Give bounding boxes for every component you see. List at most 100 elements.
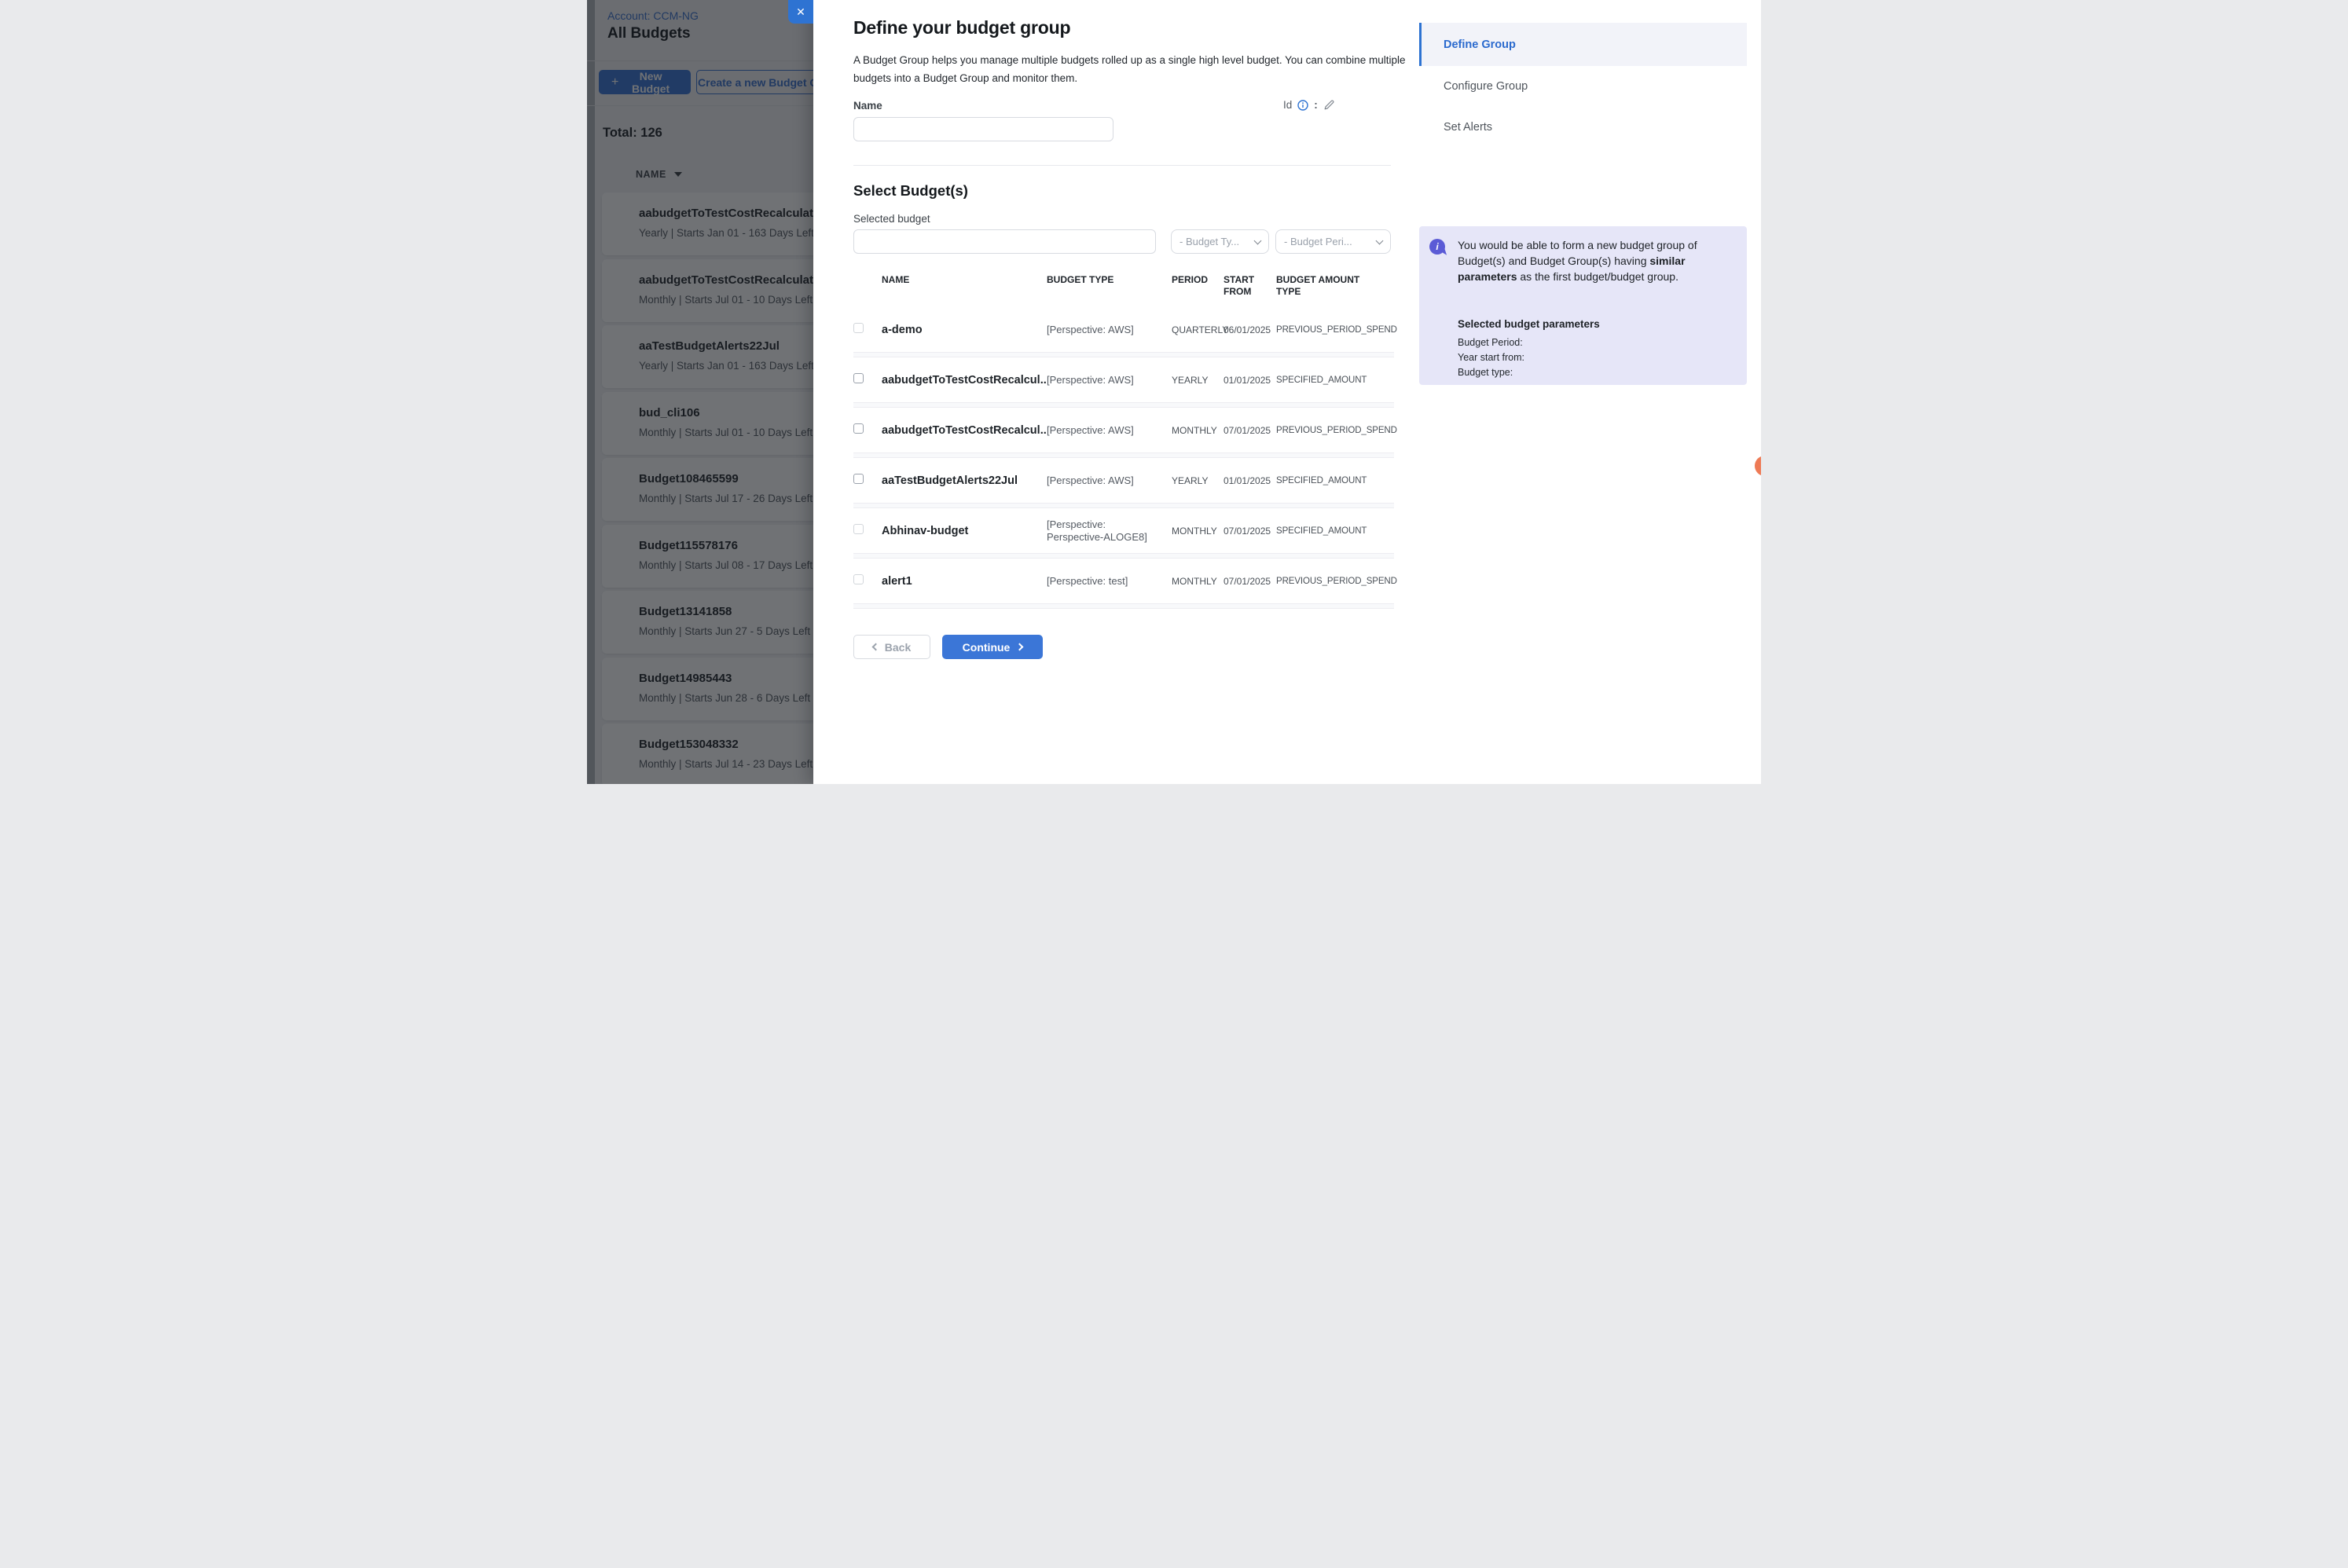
row-name: aabudgetToTestCostRecalcul... xyxy=(882,424,1047,437)
budget-group-drawer: ✕ Define your budget group A Budget Grou… xyxy=(813,0,1761,784)
table-row: aaTestBudgetAlerts22Jul [Perspective: AW… xyxy=(853,458,1394,503)
budget-period-placeholder: - Budget Peri... xyxy=(1284,236,1352,247)
row-period: MONTHLY xyxy=(1172,425,1224,436)
row-budget-type: [Perspective: AWS] xyxy=(1047,424,1172,437)
row-separator xyxy=(853,603,1394,609)
row-budget-type: [Perspective: test] xyxy=(1047,575,1172,588)
modal-overlay[interactable] xyxy=(587,0,813,784)
row-name: aaTestBudgetAlerts22Jul xyxy=(882,474,1047,487)
budget-type-select[interactable]: - Budget Ty... xyxy=(1171,229,1269,254)
back-button[interactable]: Back xyxy=(853,635,930,659)
row-checkbox[interactable] xyxy=(853,323,864,333)
row-amount-type: PREVIOUS_PERIOD_SPEND xyxy=(1276,577,1394,586)
chevron-left-icon xyxy=(871,643,879,651)
chevron-down-icon xyxy=(1376,236,1384,244)
table-row: a-demo [Perspective: AWS] QUARTERLY 06/0… xyxy=(853,307,1394,352)
budget-search-input[interactable] xyxy=(853,229,1156,254)
table-row: Abhinav-budget [Perspective: Perspective… xyxy=(853,508,1394,553)
select-budgets-heading: Select Budget(s) xyxy=(853,182,1431,200)
row-period: MONTHLY xyxy=(1172,576,1224,587)
row-amount-type: PREVIOUS_PERIOD_SPEND xyxy=(1276,325,1394,335)
edit-id-pencil-icon[interactable] xyxy=(1323,99,1335,111)
budget-filter-row: - Budget Ty... - Budget Peri... xyxy=(853,229,1391,254)
continue-button[interactable]: Continue xyxy=(942,635,1043,659)
row-name: a-demo xyxy=(882,324,1047,336)
chevron-down-icon xyxy=(1254,236,1262,244)
drawer-title: Define your budget group xyxy=(853,17,1431,38)
row-budget-type: [Perspective: AWS] xyxy=(1047,324,1172,336)
budget-period-select[interactable]: - Budget Peri... xyxy=(1275,229,1391,254)
app-canvas: Account: CCM-NG All Budgets + New Budget… xyxy=(587,0,1761,784)
row-name: Abhinav-budget xyxy=(882,525,1047,537)
name-field-row: Name Id : xyxy=(853,99,1391,112)
close-icon: ✕ xyxy=(796,5,805,19)
continue-label: Continue xyxy=(963,641,1011,654)
row-separator xyxy=(853,503,1394,508)
row-checkbox[interactable] xyxy=(853,474,864,484)
row-separator xyxy=(853,402,1394,408)
row-period: YEARLY xyxy=(1172,475,1224,486)
row-checkbox[interactable] xyxy=(853,373,864,383)
step-set-alerts[interactable]: Set Alerts xyxy=(1419,121,1747,134)
row-start-from: 06/01/2025 xyxy=(1224,324,1276,335)
header-budget-type: BUDGET TYPE xyxy=(1047,274,1172,286)
selected-parameters-heading: Selected budget parameters xyxy=(1458,318,1600,330)
row-name: aabudgetToTestCostRecalcul... xyxy=(882,374,1047,387)
row-amount-type: PREVIOUS_PERIOD_SPEND xyxy=(1276,426,1394,435)
row-amount-type: SPECIFIED_AMOUNT xyxy=(1276,376,1394,385)
row-separator xyxy=(853,553,1394,559)
id-group: Id : xyxy=(1283,99,1335,111)
row-period: MONTHLY xyxy=(1172,526,1224,537)
row-amount-type: SPECIFIED_AMOUNT xyxy=(1276,526,1394,536)
group-name-input[interactable] xyxy=(853,117,1113,141)
row-budget-type: [Perspective: AWS] xyxy=(1047,474,1172,487)
table-row: alert1 [Perspective: test] MONTHLY 07/01… xyxy=(853,559,1394,603)
table-row: aabudgetToTestCostRecalcul... [Perspecti… xyxy=(853,357,1394,402)
close-button[interactable]: ✕ xyxy=(788,0,813,24)
wizard-stepper: Define Group Configure Group Set Alerts xyxy=(1419,0,1747,784)
param-year-start: Year start from: xyxy=(1458,352,1524,363)
chevron-right-icon xyxy=(1016,643,1024,651)
row-period: YEARLY xyxy=(1172,375,1224,386)
row-budget-type: [Perspective: AWS] xyxy=(1047,374,1172,387)
row-start-from: 07/01/2025 xyxy=(1224,425,1276,436)
row-start-from: 07/01/2025 xyxy=(1224,576,1276,587)
row-checkbox[interactable] xyxy=(853,423,864,434)
divider xyxy=(853,165,1391,166)
name-label: Name xyxy=(853,100,882,112)
header-period: PERIOD xyxy=(1172,274,1224,286)
drawer-description: A Budget Group helps you manage multiple… xyxy=(853,51,1427,87)
id-info-icon[interactable] xyxy=(1297,100,1308,111)
info-callout: i You would be able to form a new budget… xyxy=(1419,226,1747,385)
id-colon: : xyxy=(1314,99,1318,111)
row-checkbox[interactable] xyxy=(853,574,864,584)
header-start-from: START FROM xyxy=(1224,274,1276,298)
row-budget-type: [Perspective: Perspective-ALOGE8] xyxy=(1047,518,1172,544)
step-configure-group[interactable]: Configure Group xyxy=(1419,80,1747,93)
row-start-from: 01/01/2025 xyxy=(1224,375,1276,386)
info-bubble-icon: i xyxy=(1429,239,1445,255)
table-row: aabudgetToTestCostRecalcul... [Perspecti… xyxy=(853,408,1394,452)
row-start-from: 01/01/2025 xyxy=(1224,475,1276,486)
budget-table: NAME BUDGET TYPE PERIOD START FROM BUDGE… xyxy=(853,274,1394,609)
back-label: Back xyxy=(885,641,911,654)
header-name: NAME xyxy=(882,274,1047,286)
row-separator xyxy=(853,452,1394,458)
drawer-main: Define your budget group A Budget Group … xyxy=(853,17,1431,659)
table-body: a-demo [Perspective: AWS] QUARTERLY 06/0… xyxy=(853,307,1394,609)
wizard-buttons: Back Continue xyxy=(853,635,1431,659)
row-amount-type: SPECIFIED_AMOUNT xyxy=(1276,476,1394,485)
selected-budget-label: Selected budget xyxy=(853,213,1431,225)
row-start-from: 07/01/2025 xyxy=(1224,526,1276,537)
header-budget-amount-type: BUDGET AMOUNT TYPE xyxy=(1276,274,1367,298)
id-label: Id xyxy=(1283,99,1292,111)
param-budget-type: Budget type: xyxy=(1458,367,1513,378)
row-checkbox[interactable] xyxy=(853,524,864,534)
row-name: alert1 xyxy=(882,575,1047,588)
row-period: QUARTERLY xyxy=(1172,324,1224,335)
budget-type-placeholder: - Budget Ty... xyxy=(1180,236,1239,247)
step-define-group[interactable]: Define Group xyxy=(1419,23,1747,66)
info-text: You would be able to form a new budget g… xyxy=(1458,237,1734,284)
table-header-row: NAME BUDGET TYPE PERIOD START FROM BUDGE… xyxy=(853,274,1394,298)
param-budget-period: Budget Period: xyxy=(1458,337,1523,348)
